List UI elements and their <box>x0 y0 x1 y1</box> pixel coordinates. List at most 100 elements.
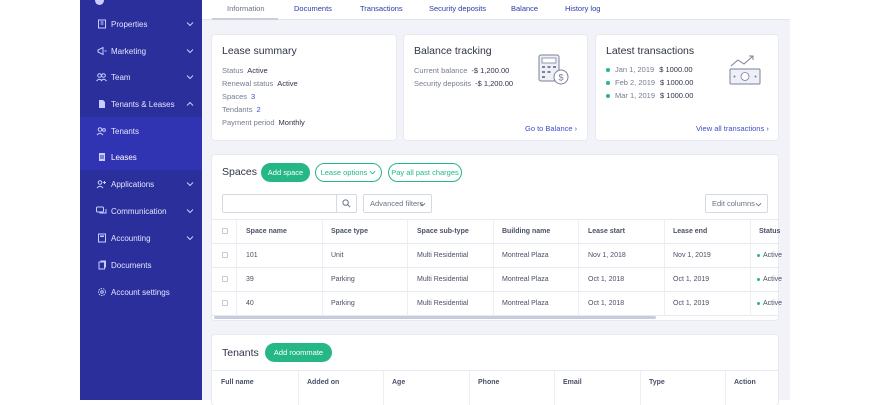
card-title: Latest transactions <box>606 45 695 57</box>
go-to-balance-link[interactable]: Go to Balance › <box>525 124 577 133</box>
value[interactable]: 3 <box>251 92 255 101</box>
status-dot <box>757 277 760 281</box>
svg-text:$: $ <box>558 73 563 83</box>
table-cell: Unit <box>331 252 344 259</box>
row-checkbox[interactable] <box>222 252 228 258</box>
column-header[interactable]: Status <box>759 228 780 235</box>
amount: $ 1000.00 <box>659 65 693 74</box>
label: Spaces <box>222 92 248 101</box>
column-header[interactable]: Space sub-type <box>417 228 469 235</box>
sidebar-item-label: Tenants <box>111 126 140 136</box>
row-checkbox[interactable] <box>222 300 228 306</box>
sidebar-item-label: Accounting <box>111 233 151 243</box>
advanced-filters-dropdown[interactable]: Advanced filters <box>363 194 432 213</box>
sidebar-item-tenants-leases[interactable]: Tenants & Leases <box>80 91 202 117</box>
latest-transactions-card: Latest transactions Jan 1, 2019 $ 1000.00… <box>596 35 778 140</box>
sidebar-item-applications[interactable]: Applications <box>80 171 202 197</box>
divider <box>212 267 778 268</box>
megaphone-icon <box>96 46 107 57</box>
date: Feb 2, 2019 <box>615 78 656 87</box>
chevron-down-icon <box>186 22 194 27</box>
column-header[interactable]: Age <box>392 379 405 386</box>
tab-documents[interactable]: Documents <box>294 4 332 13</box>
label: Renewal status <box>222 79 274 88</box>
column-header[interactable]: Email <box>563 379 582 386</box>
tab-security-deposits[interactable]: Security deposits <box>429 4 486 13</box>
renewal-row: Renewal status Active <box>222 79 298 88</box>
chevron-up-icon <box>186 101 194 106</box>
building-icon <box>96 19 107 30</box>
status-dot <box>606 80 610 85</box>
edit-columns-dropdown[interactable]: Edit columns <box>705 194 768 213</box>
main-content: Information Documents Transactions Secur… <box>202 0 790 405</box>
tab-history-log[interactable]: History log <box>565 4 600 13</box>
column-header[interactable]: Lease end <box>673 228 707 235</box>
table-cell: Parking <box>331 300 355 307</box>
pay-all-past-charges-button[interactable]: Pay all past charges <box>388 163 462 182</box>
chevron-down-icon <box>186 75 194 80</box>
column-divider <box>664 219 665 316</box>
chevron-down-icon <box>369 170 376 175</box>
sidebar-item-tenants[interactable]: Tenants <box>80 118 202 144</box>
column-divider <box>578 219 579 316</box>
divider <box>212 219 778 220</box>
card-title: Spaces <box>222 166 258 178</box>
column-header[interactable]: Full name <box>221 379 254 386</box>
sidebar-item-communication[interactable]: Communication <box>80 198 202 224</box>
label: Current balance <box>414 66 468 75</box>
sidebar-item-accounting[interactable]: Accounting <box>80 225 202 251</box>
tab-transactions[interactable]: Transactions <box>360 4 403 13</box>
active-tab-indicator <box>212 18 278 20</box>
table-cell: Oct 1, 2018 <box>588 276 625 283</box>
arrow-right-icon: › <box>574 124 578 133</box>
sidebar-item-label: Account settings <box>111 287 170 297</box>
date: Jan 1, 2019 <box>615 65 655 74</box>
date: Mar 1, 2019 <box>615 91 656 100</box>
horizontal-scrollbar[interactable] <box>214 316 656 319</box>
column-header[interactable]: Space name <box>246 228 287 235</box>
sidebar-item-marketing[interactable]: Marketing <box>80 38 202 64</box>
table-cell: Parking <box>331 276 355 283</box>
column-header[interactable]: Added on <box>307 379 339 386</box>
add-space-button[interactable]: Add space <box>261 163 310 182</box>
value[interactable]: 2 <box>256 105 260 114</box>
table-cell: 40 <box>246 300 254 307</box>
arrow-right-icon: › <box>766 124 769 133</box>
sidebar-item-documents[interactable]: Documents <box>80 252 202 278</box>
column-header[interactable]: Phone <box>478 379 499 386</box>
sidebar-item-account-settings[interactable]: Account settings <box>80 279 202 305</box>
file-icon <box>96 260 107 271</box>
column-divider <box>750 219 751 316</box>
row-checkbox[interactable] <box>222 276 228 282</box>
sidebar-item-team[interactable]: Team <box>80 64 202 90</box>
tab-balance[interactable]: Balance <box>511 4 538 13</box>
column-header[interactable]: Space type <box>331 228 368 235</box>
sidebar-item-label: Team <box>111 72 131 82</box>
table-cell: Oct 1, 2019 <box>673 276 710 283</box>
select-all-checkbox[interactable] <box>222 228 228 234</box>
calculator-icon <box>96 233 107 244</box>
transaction-row: Jan 1, 2019 $ 1000.00 <box>606 65 693 74</box>
value: Active <box>247 66 268 75</box>
sidebar-item-properties[interactable]: Properties <box>80 11 202 37</box>
lease-summary-card: Lease summary Status Active Renewal statu… <box>212 35 396 140</box>
column-header[interactable]: Lease start <box>588 228 625 235</box>
search-button[interactable] <box>336 194 357 213</box>
tab-information[interactable]: Information <box>227 4 265 13</box>
view-all-transactions-link[interactable]: View all transactions › <box>696 124 769 133</box>
column-header[interactable]: Building name <box>502 228 550 235</box>
table-cell: Montreal Plaza <box>502 300 549 307</box>
column-header[interactable]: Type <box>649 379 665 386</box>
add-roommate-button[interactable]: Add roommate <box>265 343 332 362</box>
chevron-down-icon <box>186 49 194 54</box>
people-icon <box>96 126 107 137</box>
lease-options-button[interactable]: Lease options <box>315 163 382 182</box>
spaces-card: Spaces Add space Lease options Pay all p… <box>212 155 782 320</box>
status-cell: Active <box>757 300 782 307</box>
money-chart-icon <box>729 55 761 85</box>
column-header[interactable]: Action <box>734 379 756 386</box>
document-icon <box>96 99 107 110</box>
table-cell: Montreal Plaza <box>502 276 549 283</box>
sidebar-item-leases[interactable]: Leases <box>80 144 202 170</box>
status-dot <box>606 93 610 98</box>
